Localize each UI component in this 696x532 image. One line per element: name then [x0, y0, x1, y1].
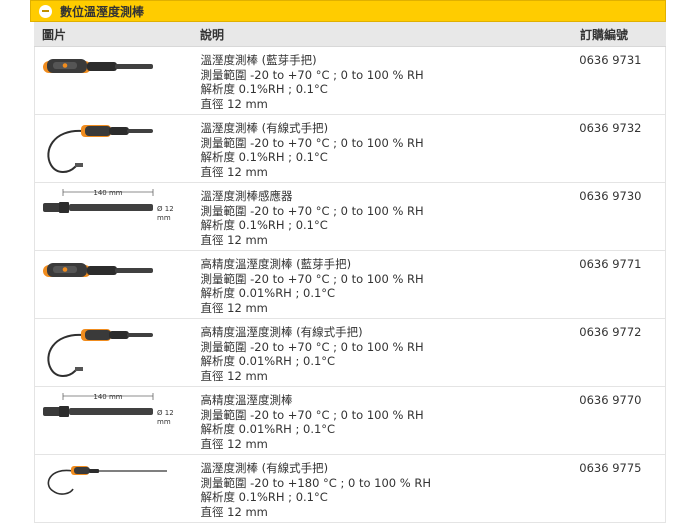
description-line: 測量範圍 -20 to +70 °C ; 0 to 100 % RH [200, 135, 424, 150]
probe-image [47, 466, 167, 495]
product-table: 溫溼度測棒 (藍芽手把) 測量範圍 -20 to +70 °C ; 0 to 10… [34, 47, 666, 523]
probe-image: 140 mm Ø 12 mm [43, 189, 174, 222]
product-panel: 數位溫溼度測棒 圖片 說明 訂購編號 溫溼度測棒 (藍芽手把) 測量範圍 -20 … [30, 0, 666, 532]
description-line: 溫溼度測棒 (藍芽手把) [200, 53, 317, 67]
description-line: 直徑 12 mm [200, 504, 268, 519]
description-cell: 高精度溫溼度測棒 (有線式手把) 測量範圍 -20 to +70 °C ; 0 t… [193, 319, 572, 386]
description-line: 解析度 0.01%RH ; 0.1°C [200, 354, 336, 369]
section-title: 數位溫溼度測棒 [60, 4, 145, 19]
table-row: 溫溼度測棒 (有線式手把) 測量範圍 -20 to +70 °C ; 0 to 1… [35, 115, 665, 183]
description-line: 解析度 0.01%RH ; 0.1°C [200, 422, 336, 437]
image-cell [35, 251, 193, 318]
description-line: 解析度 0.1%RH ; 0.1°C [200, 490, 328, 505]
dimension-length: 140 mm [93, 393, 122, 401]
table-header-row: 圖片 說明 訂購編號 [34, 22, 666, 47]
table-row: 溫溼度測棒 (有線式手把) 測量範圍 -20 to +180 °C ; 0 to … [35, 455, 665, 523]
description-line: 測量範圍 -20 to +70 °C ; 0 to 100 % RH [200, 339, 424, 354]
description-line: 測量範圍 -20 to +70 °C ; 0 to 100 % RH [200, 407, 424, 422]
header-image: 圖片 [42, 27, 67, 42]
description-cell: 高精度溫溼度測棒 測量範圍 -20 to +70 °C ; 0 to 100 % … [193, 387, 572, 454]
image-cell: 140 mm Ø 12 mm [35, 183, 193, 250]
order-number: 0636 9731 [579, 53, 642, 67]
description-line: 直徑 12 mm [200, 164, 268, 179]
description-cell: 溫溼度測棒 (藍芽手把) 測量範圍 -20 to +70 °C ; 0 to 10… [193, 47, 572, 114]
description-line: 溫溼度測棒 (有線式手把) [200, 461, 329, 475]
table-row: 140 mm Ø 12 mm 溫溼度測棒感應器 測量範圍 -20 to +70 °… [35, 183, 665, 251]
dimension-diameter: Ø 12 [157, 409, 174, 417]
order-number: 0636 9770 [579, 393, 642, 407]
dimension-length: 140 mm [93, 189, 122, 197]
description-line: 高精度溫溼度測棒 (有線式手把) [200, 325, 363, 339]
description-line: 溫溼度測棒 (有線式手把) [200, 121, 329, 135]
image-cell: 140 mm Ø 12 mm [35, 387, 193, 454]
probe-image [43, 263, 153, 277]
image-cell [35, 115, 193, 182]
dimension-diameter: Ø 12 [157, 205, 174, 213]
description-line: 直徑 12 mm [200, 96, 268, 111]
description-cell: 溫溼度測棒感應器 測量範圍 -20 to +70 °C ; 0 to 100 % … [193, 183, 572, 250]
order-number: 0636 9775 [579, 461, 642, 475]
probe-image: 140 mm Ø 12 mm [43, 393, 174, 426]
description-line: 解析度 0.1%RH ; 0.1°C [200, 82, 328, 97]
description-line: 測量範圍 -20 to +180 °C ; 0 to 100 % RH [200, 475, 432, 490]
description-line: 高精度溫溼度測棒 [200, 393, 293, 407]
description-line: 解析度 0.1%RH ; 0.1°C [200, 150, 328, 165]
table-row: 高精度溫溼度測棒 (藍芽手把) 測量範圍 -20 to +70 °C ; 0 to… [35, 251, 665, 319]
description-line: 溫溼度測棒感應器 [200, 189, 293, 203]
description-cell: 溫溼度測棒 (有線式手把) 測量範圍 -20 to +70 °C ; 0 to 1… [193, 115, 572, 182]
image-cell [35, 455, 193, 522]
description-line: 直徑 12 mm [200, 232, 268, 247]
table-row: 140 mm Ø 12 mm 高精度溫溼度測棒 測量範圍 -20 to +70 °… [35, 387, 665, 455]
description-line: 解析度 0.1%RH ; 0.1°C [200, 218, 328, 233]
description-line: 測量範圍 -20 to +70 °C ; 0 to 100 % RH [200, 67, 424, 82]
order-number: 0636 9772 [579, 325, 642, 339]
dimension-unit: mm [157, 214, 171, 222]
image-cell [35, 319, 193, 386]
description-cell: 高精度溫溼度測棒 (藍芽手把) 測量範圍 -20 to +70 °C ; 0 to… [193, 251, 572, 318]
header-description: 說明 [200, 27, 225, 42]
table-row: 高精度溫溼度測棒 (有線式手把) 測量範圍 -20 to +70 °C ; 0 t… [35, 319, 665, 387]
description-line: 測量範圍 -20 to +70 °C ; 0 to 100 % RH [200, 203, 424, 218]
probe-image [47, 125, 153, 173]
description-line: 高精度溫溼度測棒 (藍芽手把) [200, 257, 352, 271]
order-number: 0636 9732 [579, 121, 642, 135]
section-header[interactable]: 數位溫溼度測棒 [30, 0, 666, 22]
probe-image [43, 59, 153, 73]
dimension-unit: mm [157, 418, 171, 426]
description-line: 解析度 0.01%RH ; 0.1°C [200, 286, 336, 301]
order-number: 0636 9730 [579, 189, 642, 203]
image-cell [35, 47, 193, 114]
probe-image [47, 329, 153, 377]
order-number: 0636 9771 [579, 257, 642, 271]
description-line: 測量範圍 -20 to +70 °C ; 0 to 100 % RH [200, 271, 424, 286]
description-line: 直徑 12 mm [200, 300, 268, 315]
header-order-no: 訂購編號 [580, 27, 629, 42]
description-line: 直徑 12 mm [200, 436, 268, 451]
table-row: 溫溼度測棒 (藍芽手把) 測量範圍 -20 to +70 °C ; 0 to 10… [35, 47, 665, 115]
collapse-icon[interactable] [39, 4, 52, 18]
description-cell: 溫溼度測棒 (有線式手把) 測量範圍 -20 to +180 °C ; 0 to … [193, 455, 572, 522]
description-line: 直徑 12 mm [200, 368, 268, 383]
